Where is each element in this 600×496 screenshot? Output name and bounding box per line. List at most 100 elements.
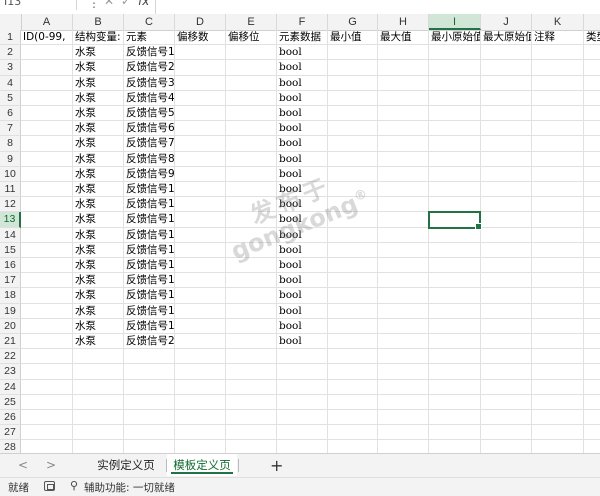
cell[interactable] [429,60,481,76]
cell[interactable] [226,197,277,213]
fill-handle[interactable] [475,222,482,230]
row-header[interactable]: 9 [0,151,21,167]
row-header[interactable]: 20 [0,318,21,334]
cell[interactable] [429,45,481,61]
cell[interactable] [378,151,429,167]
row-header[interactable]: 22 [0,349,21,365]
cell[interactable] [328,364,378,380]
cell[interactable] [532,303,584,319]
cell[interactable] [584,319,600,334]
cell[interactable]: 水泵 [73,242,124,258]
row-header[interactable]: 25 [0,394,21,410]
row-header[interactable]: 24 [0,379,21,395]
cell[interactable] [21,379,73,395]
cell[interactable] [429,318,481,334]
cell[interactable] [124,364,175,380]
cell[interactable] [226,258,277,274]
cell[interactable] [584,243,600,258]
cell[interactable] [328,136,378,152]
cell[interactable] [175,288,226,304]
cell[interactable] [328,45,378,61]
cell[interactable] [481,60,532,76]
cell[interactable] [277,379,328,395]
cell[interactable] [429,90,481,106]
cell[interactable] [175,182,226,198]
cell[interactable] [481,318,532,334]
cell[interactable] [378,75,429,91]
cell[interactable] [429,364,481,380]
row-header[interactable]: 15 [0,242,21,258]
cell[interactable]: bool [277,303,328,319]
cell[interactable] [532,121,584,137]
cell[interactable] [175,212,226,228]
cell[interactable] [481,90,532,106]
cell[interactable] [378,182,429,198]
cell[interactable] [481,45,532,61]
cell[interactable] [532,258,584,274]
cell[interactable] [277,349,328,365]
cell[interactable] [21,136,73,152]
cell[interactable] [429,425,481,441]
cell[interactable] [328,379,378,395]
cell[interactable] [429,349,481,365]
cell[interactable] [73,379,124,395]
cell[interactable] [226,318,277,334]
cell[interactable] [481,288,532,304]
cell[interactable] [175,227,226,243]
cell[interactable] [429,166,481,182]
cell[interactable] [328,212,378,228]
cell[interactable] [226,182,277,198]
cell[interactable] [429,303,481,319]
cell[interactable] [175,151,226,167]
cell[interactable] [532,45,584,61]
cell[interactable] [378,60,429,76]
cell[interactable] [532,106,584,122]
cell[interactable] [175,349,226,365]
cell[interactable]: bool [277,136,328,152]
cell[interactable] [21,318,73,334]
cell[interactable]: 反馈信号11 [124,197,175,213]
cell[interactable] [532,425,584,441]
cell[interactable]: bool [277,151,328,167]
cell[interactable] [532,151,584,167]
cell[interactable]: 反馈信号9 [124,166,175,182]
cell[interactable] [378,364,429,380]
cell[interactable] [21,273,73,289]
cell[interactable] [481,75,532,91]
cell[interactable] [584,106,600,122]
cell[interactable] [226,425,277,441]
cell[interactable] [378,425,429,441]
cell[interactable]: 水泵 [73,75,124,91]
row-header[interactable]: 3 [0,60,21,76]
cell[interactable]: 注释 [532,30,584,46]
cell[interactable]: bool [277,75,328,91]
cell[interactable]: 反馈信号16 [124,273,175,289]
cell[interactable]: 水泵 [73,212,124,228]
cell[interactable] [532,166,584,182]
cell[interactable] [584,197,600,213]
row-header[interactable]: 26 [0,410,21,426]
cell[interactable]: 水泵 [73,303,124,319]
cell[interactable] [584,334,600,350]
cell[interactable]: bool [277,182,328,198]
select-all-corner[interactable] [0,14,22,30]
row-header[interactable]: 16 [0,258,21,274]
cell[interactable] [429,136,481,152]
cell[interactable] [328,303,378,319]
cell[interactable] [73,349,124,365]
cell[interactable] [429,379,481,395]
cell[interactable]: 反馈信号2 [124,60,175,76]
column-header-a[interactable]: A [21,14,73,30]
cell[interactable] [124,349,175,365]
cell[interactable] [584,380,600,395]
cell[interactable] [328,242,378,258]
cell[interactable] [584,425,600,441]
cell[interactable] [481,197,532,213]
column-header-h[interactable]: H [378,14,429,30]
cell[interactable] [21,106,73,122]
cell[interactable] [226,394,277,410]
cell[interactable]: 反馈信号7 [124,136,175,152]
cell[interactable] [584,121,600,137]
cell[interactable] [124,394,175,410]
cell[interactable]: bool [277,106,328,122]
